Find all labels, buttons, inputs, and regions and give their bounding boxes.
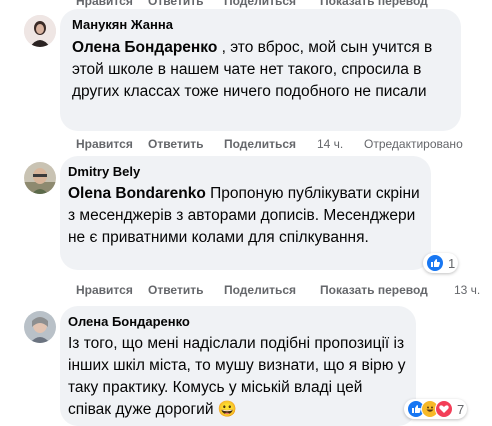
share-link[interactable]: Поделиться (224, 283, 296, 297)
translate-link[interactable]: Показать перевод (320, 0, 428, 8)
avatar[interactable] (24, 311, 56, 343)
avatar[interactable] (24, 162, 56, 194)
translate-link[interactable]: Показать перевод (320, 283, 428, 297)
edited-label: Отредактировано (364, 137, 463, 151)
comment-author[interactable]: Манукян Жанна (72, 17, 173, 32)
like-link[interactable]: Нравится (76, 137, 133, 151)
reply-link[interactable]: Ответить (148, 0, 203, 8)
heart-icon (435, 400, 453, 418)
reaction-summary[interactable]: 1 (423, 253, 459, 273)
like-link[interactable]: Нравится (76, 0, 133, 8)
like-icon (426, 254, 444, 272)
reply-link[interactable]: Ответить (148, 137, 203, 151)
mention-link[interactable]: Olena Bondarenko (68, 185, 206, 202)
timestamp[interactable]: 13 ч. (454, 283, 480, 297)
share-link[interactable]: Поделиться (224, 137, 296, 151)
comment-text: Olena Bondarenko Пропоную публікувати ск… (68, 183, 424, 249)
mention-link[interactable]: Олена Бондаренко (72, 39, 217, 56)
comment-text: Олена Бондаренко , это вброс, мой сын уч… (72, 37, 456, 103)
comment-text: Із того, що мені надіслали подібні пропо… (68, 333, 408, 421)
timestamp[interactable]: 14 ч. (317, 137, 343, 151)
top-actions-row: Нравится Ответить Поделиться Показать пе… (76, 0, 476, 8)
reaction-count: 7 (457, 401, 465, 417)
comment-actions: Нравится Ответить Поделиться Показать пе… (76, 283, 486, 297)
reply-link[interactable]: Ответить (148, 283, 203, 297)
share-link[interactable]: Поделиться (224, 0, 296, 8)
comment-actions: Нравится Ответить Поделиться 14 ч. Отред… (76, 137, 486, 151)
comment-author[interactable]: Dmitry Bely (68, 164, 140, 179)
like-link[interactable]: Нравится (76, 283, 133, 297)
reaction-summary[interactable]: 7 (404, 399, 468, 419)
grinning-emoji-icon: 😀 (217, 401, 238, 418)
reaction-count: 1 (448, 255, 456, 271)
comment-author[interactable]: Олена Бондаренко (68, 314, 190, 329)
avatar[interactable] (24, 15, 56, 47)
